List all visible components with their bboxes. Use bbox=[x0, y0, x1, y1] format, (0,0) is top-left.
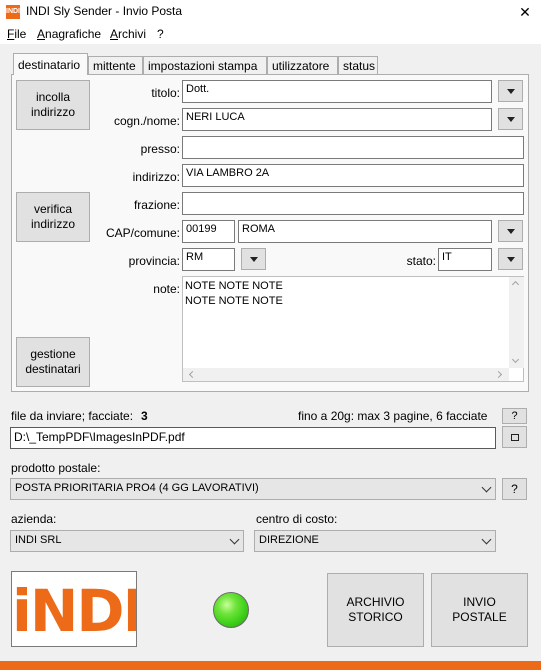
cap-field[interactable]: 00199 bbox=[182, 220, 235, 243]
window-icon bbox=[510, 433, 519, 441]
menu-bar: File Anagrafiche Archivi ? bbox=[0, 24, 541, 44]
titolo-dropdown-button[interactable] bbox=[498, 80, 523, 102]
presso-label: presso: bbox=[140, 142, 180, 156]
provincia-field[interactable]: RM bbox=[182, 248, 235, 271]
frazione-field[interactable] bbox=[182, 192, 524, 215]
browse-file-button[interactable] bbox=[502, 426, 527, 448]
logo-text: iNDI bbox=[12, 577, 137, 645]
titolo-field[interactable]: Dott. bbox=[182, 80, 492, 103]
chevron-down-icon bbox=[229, 534, 240, 545]
prodotto-label: prodotto postale: bbox=[11, 461, 101, 475]
archivio-storico-button[interactable]: ARCHIVIO STORICO bbox=[327, 573, 424, 647]
file-help-button[interactable]: ? bbox=[502, 408, 527, 424]
note-text: NOTE NOTE NOTE NOTE NOTE NOTE bbox=[185, 280, 283, 307]
indi-logo: iNDI bbox=[11, 571, 137, 647]
note-area[interactable]: NOTE NOTE NOTE NOTE NOTE NOTE bbox=[182, 276, 524, 382]
incolla-indirizzo-button[interactable]: incolla indirizzo bbox=[16, 80, 90, 130]
scroll-up-icon[interactable] bbox=[511, 280, 520, 289]
comune-dropdown-button[interactable] bbox=[498, 220, 523, 242]
menu-anagrafiche[interactable]: Anagrafiche bbox=[37, 27, 101, 41]
scroll-left-icon[interactable] bbox=[188, 370, 197, 379]
note-label: note: bbox=[153, 282, 180, 296]
centro-costo-value: DIREZIONE bbox=[259, 534, 319, 546]
title-bar: INDI INDI Sly Sender - Invio Posta ✕ bbox=[0, 0, 541, 24]
chevron-down-icon bbox=[481, 534, 492, 545]
window-title: INDI Sly Sender - Invio Posta bbox=[26, 4, 183, 18]
file-label: file da inviare; facciate: bbox=[11, 409, 134, 423]
vertical-scrollbar[interactable] bbox=[509, 277, 524, 368]
azienda-select[interactable]: INDI SRL bbox=[10, 530, 244, 552]
tab-impostazioni-stampa[interactable]: impostazioni stampa bbox=[143, 56, 267, 74]
menu-archivi[interactable]: Archivi bbox=[110, 27, 146, 41]
menu-help[interactable]: ? bbox=[157, 27, 164, 41]
prodotto-select[interactable]: POSTA PRIORITARIA PRO4 (4 GG LAVORATIVI) bbox=[10, 478, 496, 500]
horizontal-scrollbar[interactable] bbox=[183, 368, 509, 381]
bottom-status-strip bbox=[0, 661, 541, 670]
cognome-dropdown-button[interactable] bbox=[498, 108, 523, 130]
titolo-label: titolo: bbox=[151, 86, 180, 100]
stato-field[interactable]: IT bbox=[438, 248, 492, 271]
provincia-dropdown-button[interactable] bbox=[241, 248, 266, 270]
comune-field[interactable]: ROMA bbox=[238, 220, 492, 243]
tab-utilizzatore[interactable]: utilizzatore bbox=[267, 56, 338, 74]
facciate-count: 3 bbox=[141, 409, 148, 423]
gestione-destinatari-button[interactable]: gestione destinatari bbox=[16, 337, 90, 387]
app-icon: INDI bbox=[6, 5, 20, 19]
stato-label: stato: bbox=[406, 254, 436, 268]
product-help-button[interactable]: ? bbox=[502, 478, 527, 500]
cap-comune-label: CAP/comune: bbox=[105, 226, 180, 240]
close-icon[interactable]: ✕ bbox=[512, 2, 538, 22]
cognome-field[interactable]: NERI LUCA bbox=[182, 108, 492, 131]
presso-field[interactable] bbox=[182, 136, 524, 159]
file-path-field[interactable]: D:\_TempPDF\ImagesInPDF.pdf bbox=[10, 427, 496, 449]
menu-file[interactable]: File bbox=[7, 27, 26, 41]
chevron-down-icon bbox=[481, 482, 492, 493]
scroll-right-icon[interactable] bbox=[494, 370, 503, 379]
azienda-label: azienda: bbox=[11, 512, 57, 526]
azienda-value: INDI SRL bbox=[15, 534, 62, 546]
invio-postale-button[interactable]: INVIO POSTALE bbox=[431, 573, 528, 647]
verifica-indirizzo-button[interactable]: verifica indirizzo bbox=[16, 192, 90, 242]
centro-costo-select[interactable]: DIREZIONE bbox=[254, 530, 496, 552]
centro-costo-label: centro di costo: bbox=[256, 512, 338, 526]
scroll-down-icon[interactable] bbox=[511, 355, 520, 364]
prodotto-value: POSTA PRIORITARIA PRO4 (4 GG LAVORATIVI) bbox=[15, 482, 259, 494]
stato-dropdown-button[interactable] bbox=[498, 248, 523, 270]
tab-destinatario[interactable]: destinatario bbox=[13, 53, 88, 75]
provincia-label: provincia: bbox=[128, 254, 180, 268]
status-light-indicator bbox=[213, 592, 249, 628]
indirizzo-field[interactable]: VIA LAMBRO 2A bbox=[182, 164, 524, 187]
indirizzo-label: indirizzo: bbox=[132, 170, 180, 184]
file-limit-text: fino a 20g: max 3 pagine, 6 facciate bbox=[298, 409, 488, 423]
tab-status[interactable]: status bbox=[338, 56, 378, 74]
cognome-label: cogn./nome: bbox=[113, 114, 180, 128]
tab-mittente[interactable]: mittente bbox=[88, 56, 143, 74]
frazione-label: frazione: bbox=[133, 198, 180, 212]
